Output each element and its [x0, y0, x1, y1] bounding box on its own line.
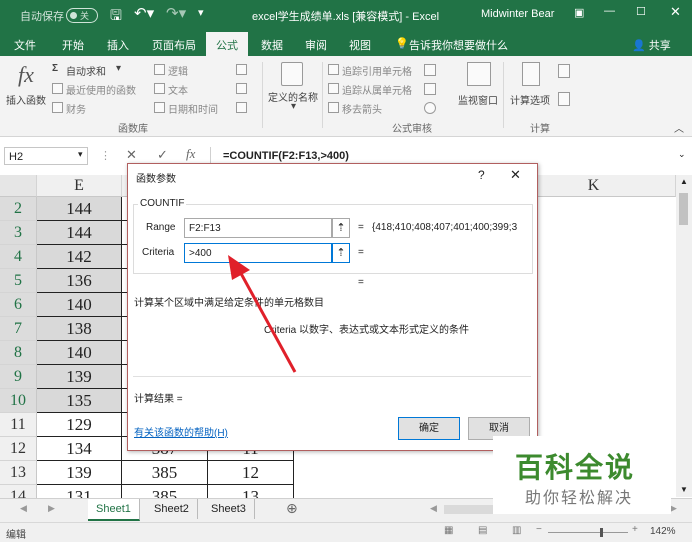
- watermark-logo: 百科全说 助你轻松解决: [493, 436, 671, 514]
- watermark-title: 百科全说: [515, 452, 636, 483]
- watermark-subtitle: 助你轻松解决: [525, 490, 634, 507]
